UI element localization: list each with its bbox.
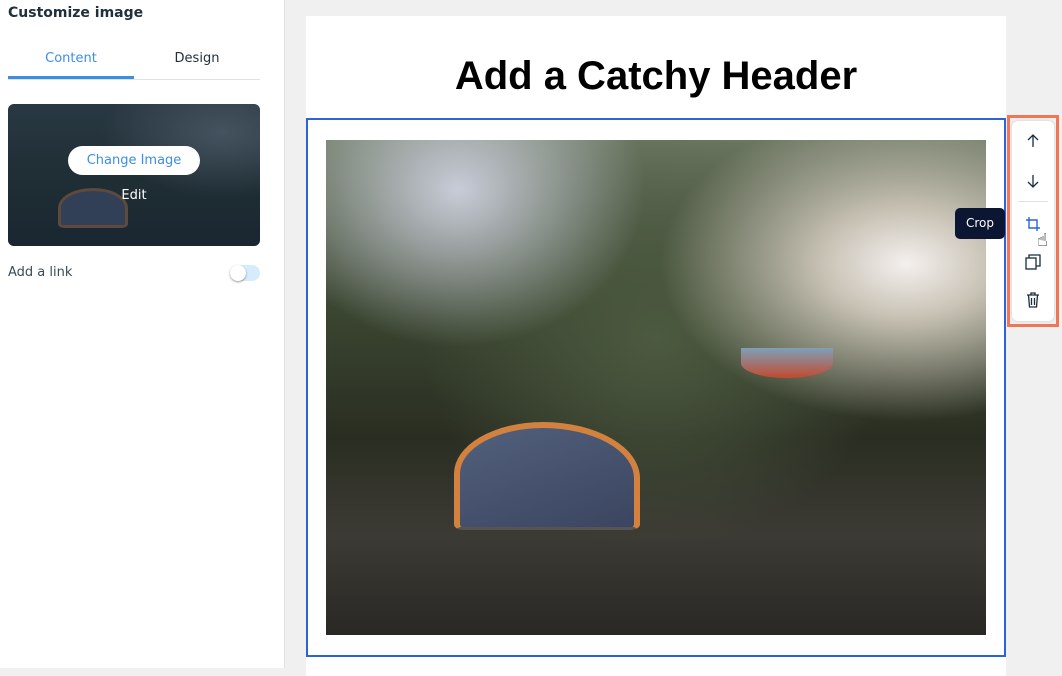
trash-icon [1027, 292, 1039, 308]
arrow-up-icon [1027, 134, 1039, 147]
move-up-button[interactable] [1012, 126, 1054, 156]
toggle-knob [230, 265, 246, 281]
edit-image-button[interactable]: Edit [8, 188, 260, 203]
page-header[interactable]: Add a Catchy Header [306, 54, 1006, 99]
crop-tooltip: Crop [955, 208, 1005, 239]
image-toolbar [1012, 121, 1054, 321]
panel-title: Customize image [8, 5, 144, 21]
arrow-down-icon [1027, 175, 1039, 188]
tent [454, 422, 640, 530]
add-link-toggle[interactable] [230, 265, 260, 281]
delete-button[interactable] [1012, 285, 1054, 315]
thumbnail-overlay [8, 104, 260, 246]
duplicate-button[interactable] [1012, 247, 1054, 277]
hand-cursor-icon: ☝ [1037, 230, 1048, 251]
hammock [741, 348, 833, 378]
tab-content[interactable]: Content [8, 44, 134, 79]
move-down-button[interactable] [1012, 166, 1054, 196]
change-image-button[interactable]: Change Image [68, 146, 200, 175]
tabs: Content Design [8, 44, 260, 80]
toolbar-divider [1018, 201, 1048, 202]
add-link-label: Add a link [8, 265, 73, 280]
tab-design[interactable]: Design [134, 44, 260, 79]
duplicate-icon [1025, 254, 1041, 270]
sidebar: Customize image Content Design Change Im… [0, 0, 285, 668]
image-thumbnail[interactable]: Change Image Edit [8, 104, 260, 246]
campsite-image[interactable] [326, 140, 986, 635]
